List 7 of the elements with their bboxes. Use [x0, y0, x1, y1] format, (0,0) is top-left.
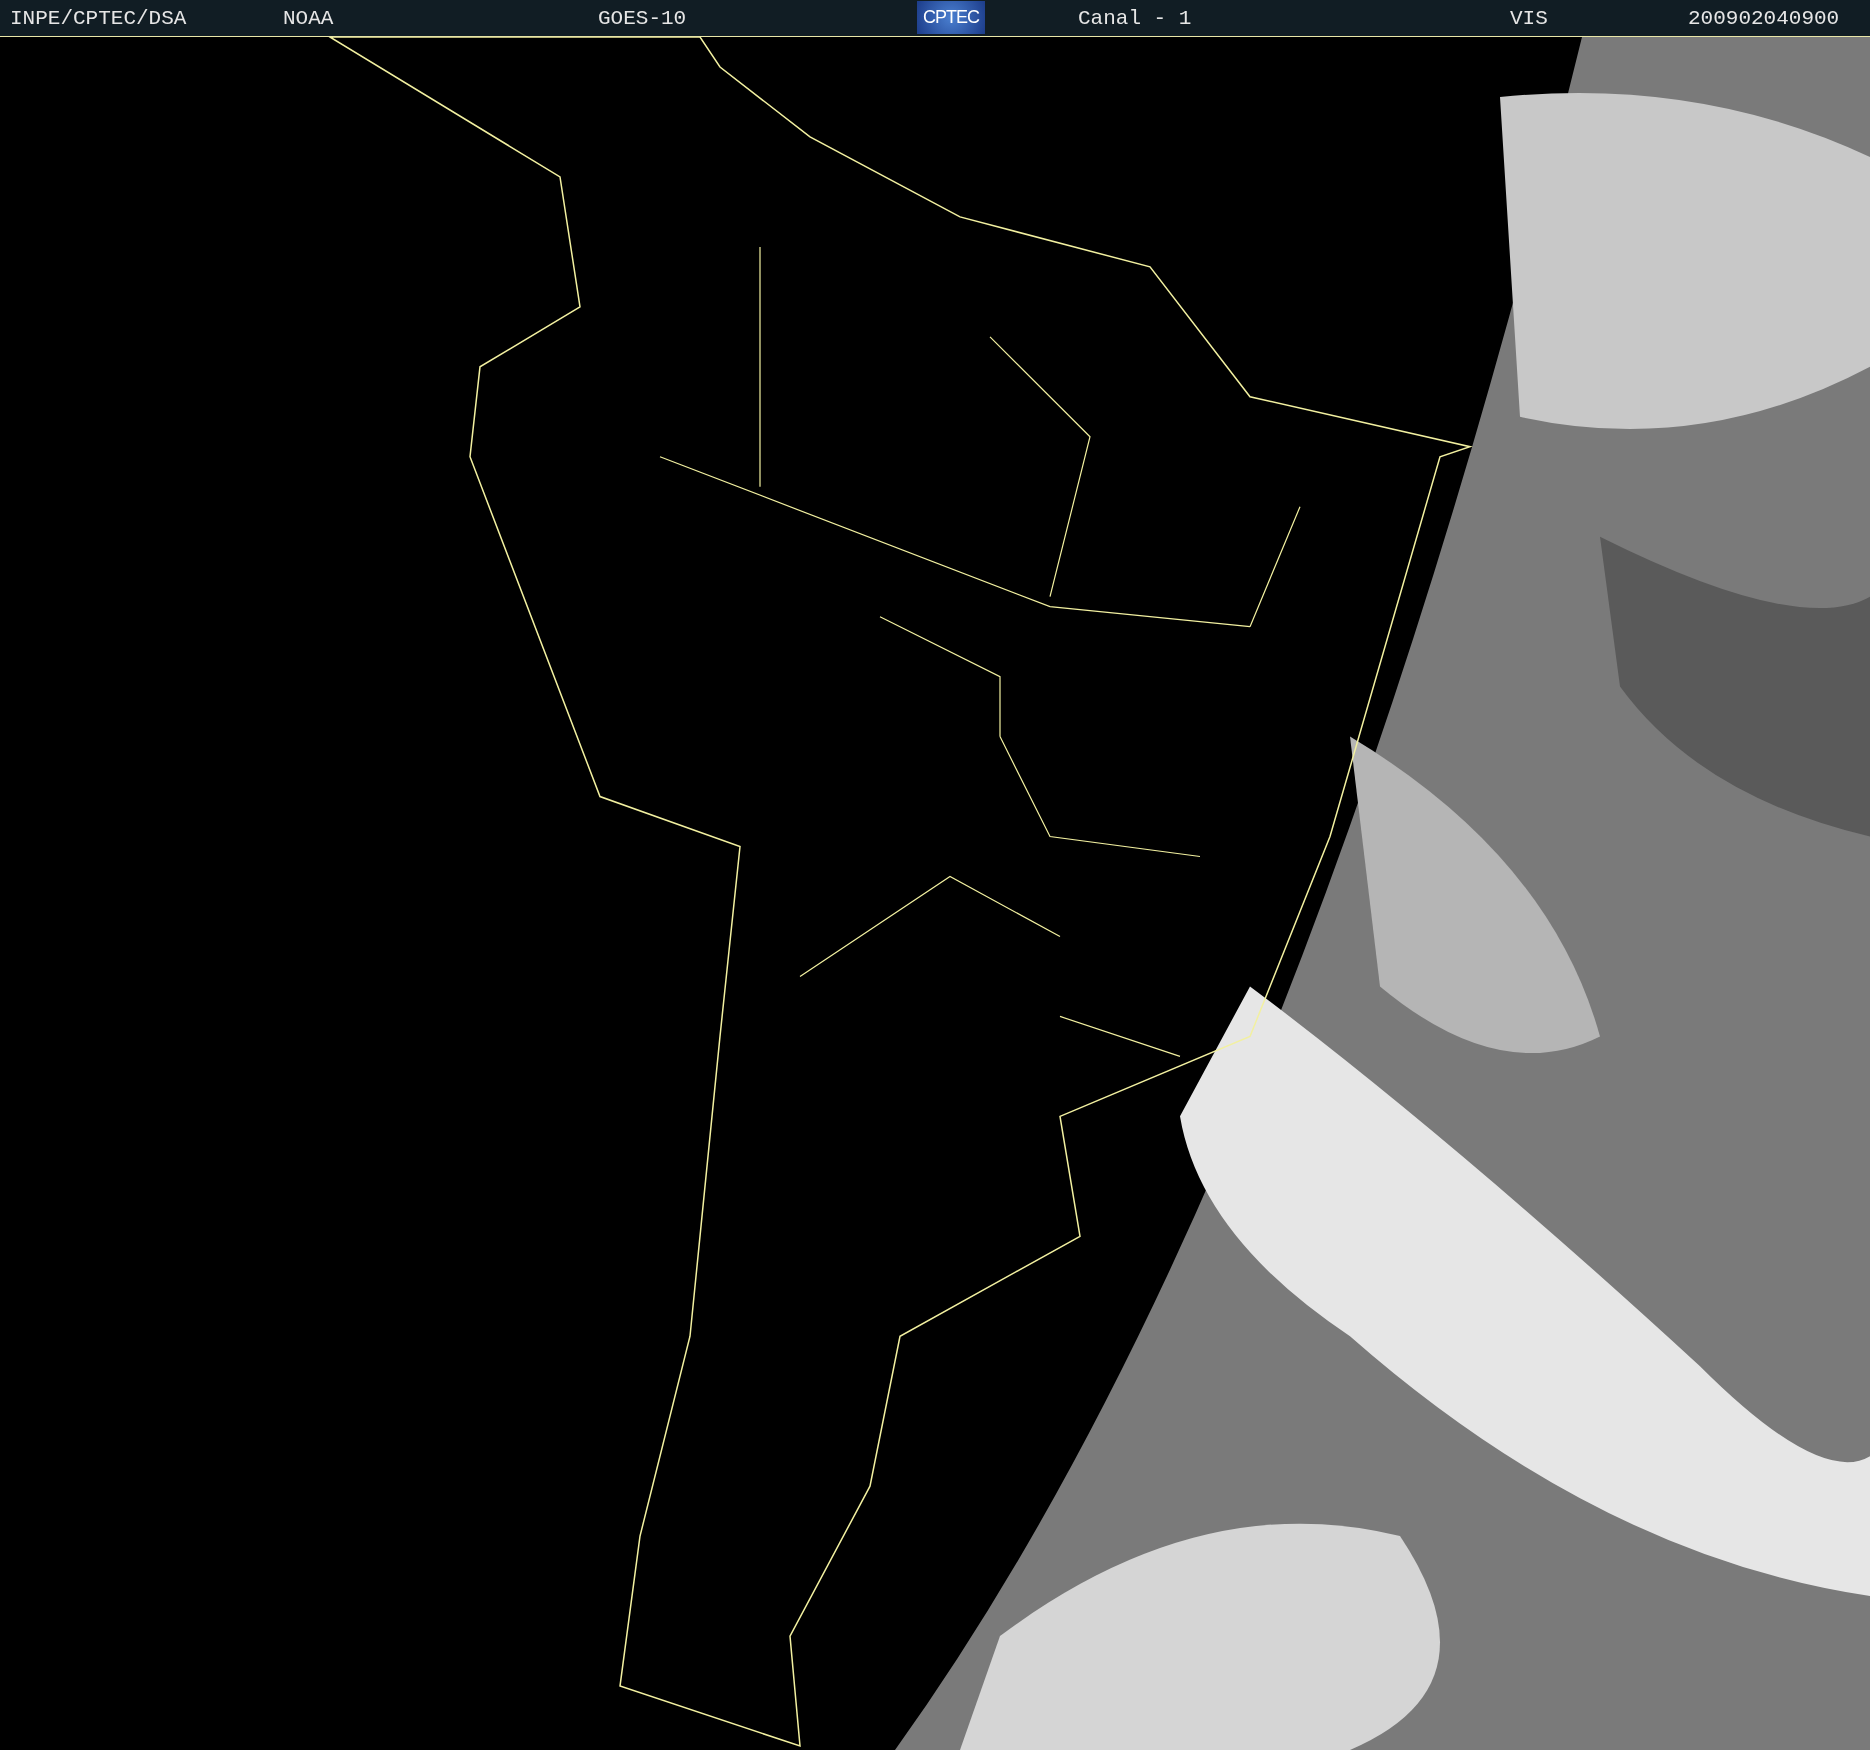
channel-label: Canal - 1: [1078, 7, 1192, 30]
agency-label: NOAA: [283, 7, 334, 30]
satellite-label: GOES-10: [598, 7, 687, 30]
timestamp-label: 200902040900: [1688, 7, 1840, 30]
logo: CPTEC: [917, 1, 985, 34]
source-label: INPE/CPTEC/DSA: [10, 7, 187, 30]
band-label: VIS: [1510, 7, 1548, 30]
